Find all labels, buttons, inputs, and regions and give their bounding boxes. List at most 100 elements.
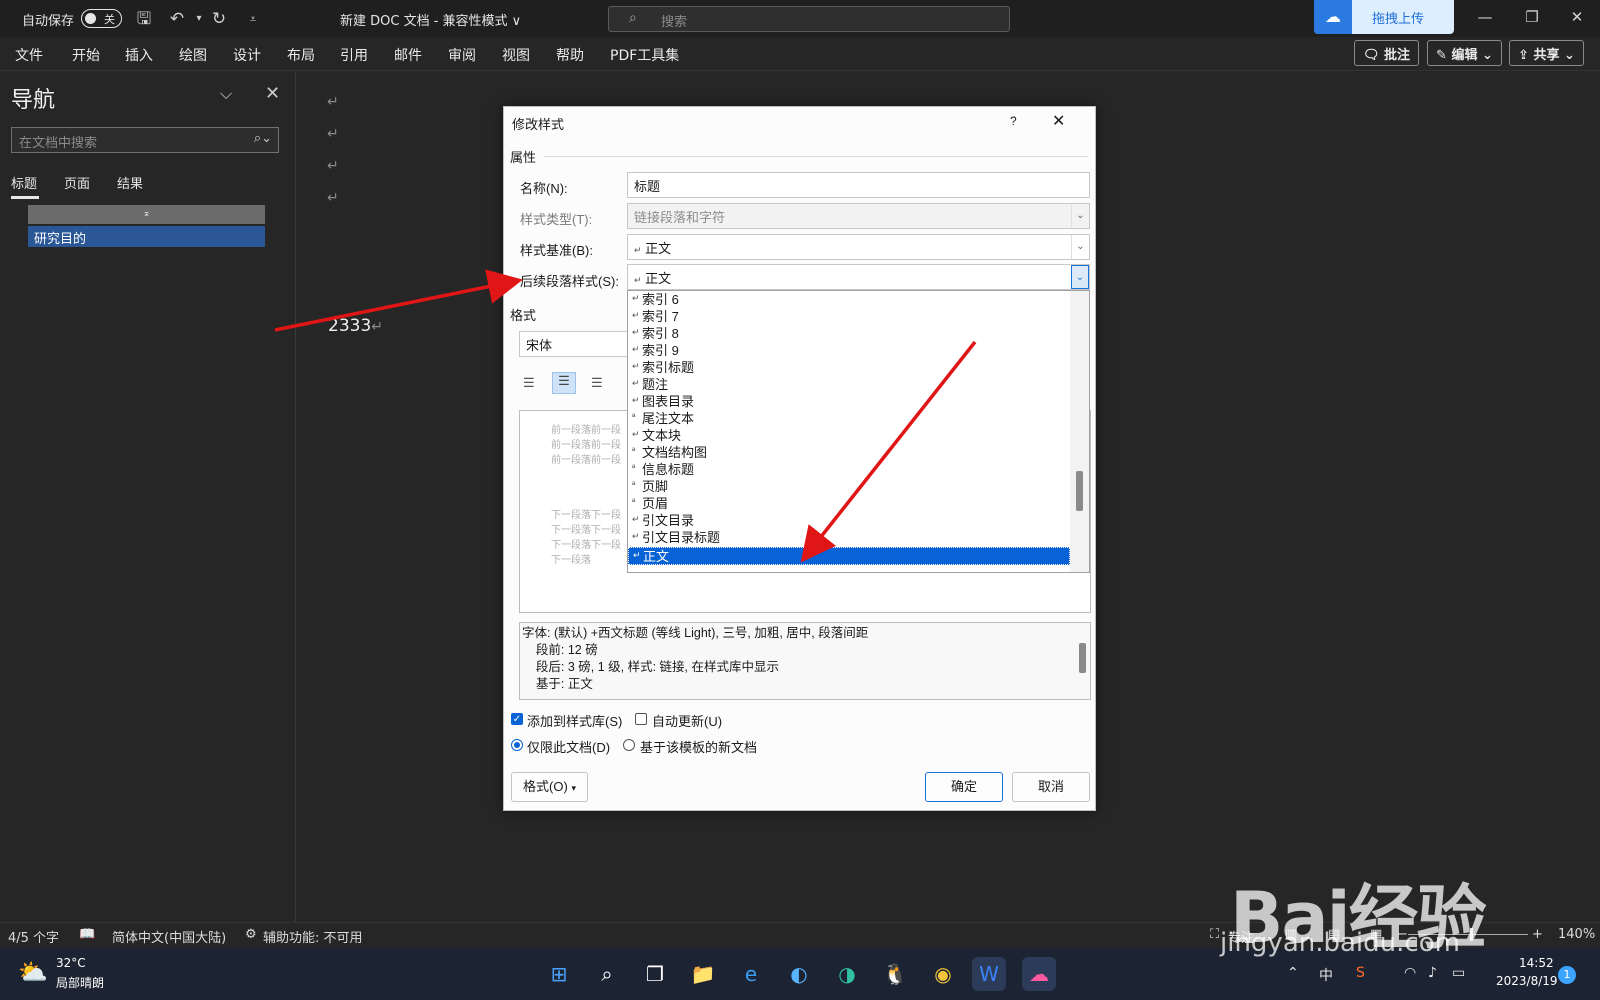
menu-help[interactable]: 帮助	[556, 45, 584, 65]
sogou-ime-icon[interactable]: S	[1356, 965, 1365, 981]
list-item[interactable]: ª 信息标题	[628, 461, 1070, 479]
based-on-select[interactable]: ↵ 正文 ⌄	[627, 234, 1090, 260]
align-right-icon[interactable]: ☰	[591, 375, 603, 391]
tray-expand-icon[interactable]: ⌃	[1287, 965, 1299, 981]
list-item[interactable]: ↵ 索引 6	[628, 291, 1070, 309]
font-select[interactable]: 宋体	[519, 331, 629, 357]
list-item[interactable]: ª 页脚	[628, 478, 1070, 496]
undo-dropdown-icon[interactable]: ▾	[188, 8, 210, 30]
list-item[interactable]: ↵ 题注	[628, 376, 1070, 394]
tab-pages[interactable]: 页面	[64, 173, 90, 192]
document-title[interactable]: 新建 DOC 文档 - 兼容性模式 ∨	[340, 10, 521, 29]
word-count[interactable]: 4/5 个字	[8, 927, 59, 946]
edit-button[interactable]: ✎ 编辑 ⌄	[1427, 40, 1502, 66]
menu-draw[interactable]: 绘图	[179, 45, 207, 65]
battery-icon[interactable]: ▭	[1452, 965, 1465, 981]
save-icon[interactable]: 🖫	[133, 8, 155, 30]
redo-icon[interactable]: ↻	[208, 8, 230, 30]
auto-update-checkbox[interactable]	[635, 713, 647, 725]
menu-references[interactable]: 引用	[340, 45, 368, 65]
cancel-button[interactable]: 取消	[1012, 772, 1090, 802]
clock-date[interactable]: 2023/8/19	[1496, 974, 1558, 988]
chrome-icon[interactable]: ◉	[926, 957, 960, 991]
add-to-gallery-checkbox[interactable]: ✓	[511, 713, 523, 725]
accessibility-status[interactable]: 辅助功能: 不可用	[263, 927, 363, 946]
menu-review[interactable]: 审阅	[448, 45, 476, 65]
list-item[interactable]: ↵ 文本块	[628, 427, 1070, 445]
list-item[interactable]: ↵ 索引 8	[628, 325, 1070, 343]
task-view-icon[interactable]: ❐	[638, 957, 672, 991]
wifi-icon[interactable]: ◠	[1404, 965, 1416, 981]
align-center-icon[interactable]: ☰	[552, 372, 576, 394]
weather-temperature[interactable]: 32°C	[56, 956, 86, 970]
start-icon[interactable]: ⊞	[542, 957, 576, 991]
edge-icon[interactable]: ◑	[830, 957, 864, 991]
format-button[interactable]: 格式(O) ▾	[511, 772, 588, 802]
dialog-help-button[interactable]: ?	[1010, 114, 1017, 128]
qq-icon[interactable]: 🐧	[878, 957, 912, 991]
file-explorer-icon[interactable]: 📁	[686, 957, 720, 991]
align-left-icon[interactable]: ☰	[523, 375, 535, 391]
edge-dev-icon[interactable]: ◐	[782, 957, 816, 991]
share-button[interactable]: ⇪ 共享 ⌄	[1509, 40, 1584, 66]
word-icon[interactable]: W	[972, 957, 1006, 991]
menu-insert[interactable]: 插入	[125, 45, 153, 65]
nav-search-input[interactable]: 在文档中搜索 ⌕⌄	[11, 127, 279, 153]
menu-home[interactable]: 开始	[72, 45, 100, 65]
next-style-select[interactable]: ↵ 正文 ⌄	[627, 264, 1090, 290]
volume-icon[interactable]: ♪	[1428, 965, 1437, 981]
list-item[interactable]: ↵ 索引 7	[628, 308, 1070, 326]
style-name-input[interactable]: 标题	[627, 172, 1090, 198]
weather-description[interactable]: 局部晴朗	[56, 974, 104, 991]
chevron-down-icon[interactable]: ⌄	[1071, 265, 1089, 289]
document-text[interactable]: 2333↵	[328, 316, 383, 336]
clock-time[interactable]: 14:52	[1519, 956, 1554, 970]
nav-close-icon[interactable]: ✕	[265, 83, 280, 104]
autosave-toggle[interactable]: 关	[81, 9, 122, 28]
proofing-icon[interactable]: 📖	[79, 927, 95, 942]
taskbar-search-icon[interactable]: ⌕	[590, 957, 624, 991]
comment-button[interactable]: 🗨 批注	[1354, 40, 1420, 66]
list-item[interactable]: ↵ 图表目录	[628, 393, 1070, 411]
weather-icon[interactable]: ⛅	[18, 958, 48, 986]
list-item[interactable]: ª 文档结构图	[628, 444, 1070, 462]
menu-layout[interactable]: 布局	[287, 45, 315, 65]
ie-browser-icon[interactable]: e	[734, 957, 768, 991]
list-item[interactable]: ª 尾注文本	[628, 410, 1070, 428]
list-scrollbar[interactable]	[1070, 291, 1089, 572]
customize-toolbar-icon[interactable]: ⩡	[242, 8, 264, 30]
notification-badge[interactable]: 1	[1558, 966, 1576, 984]
nav-collapse-bar[interactable]: ⌅	[28, 205, 265, 224]
list-item[interactable]: ↵ 索引 9	[628, 342, 1070, 360]
menu-mailings[interactable]: 邮件	[394, 45, 422, 65]
menu-pdf-tools[interactable]: PDF工具集	[610, 45, 679, 65]
list-item-selected[interactable]: ↵ 正文	[628, 547, 1070, 565]
search-input[interactable]: ⌕ 搜索	[608, 6, 1010, 32]
close-window-icon[interactable]: ✕	[1562, 8, 1592, 28]
list-item[interactable]: ª 页眉	[628, 495, 1070, 513]
menu-file[interactable]: 文件	[15, 45, 43, 65]
baidu-netdisk-icon[interactable]: ☁	[1022, 957, 1056, 991]
undo-icon[interactable]: ↶	[166, 8, 188, 30]
description-scrollbar-thumb[interactable]	[1079, 643, 1086, 673]
menu-design[interactable]: 设计	[233, 45, 261, 65]
language-status[interactable]: 简体中文(中国大陆)	[112, 927, 226, 946]
minimize-icon[interactable]: —	[1470, 8, 1500, 28]
list-item[interactable]: ↵ 引文目录标题	[628, 529, 1070, 547]
next-style-dropdown-list[interactable]: ↵ 索引 6 ↵ 索引 7 ↵ 索引 8 ↵ 索引 9 ↵ 索引标题 ↵ 题注 ↵ 图表目录 …	[627, 290, 1090, 573]
tab-results[interactable]: 结果	[117, 173, 143, 192]
ok-button[interactable]: 确定	[925, 772, 1003, 802]
list-scrollbar-thumb[interactable]	[1076, 471, 1083, 511]
tab-headings[interactable]: 标题	[11, 173, 37, 192]
only-this-doc-radio[interactable]	[511, 739, 523, 751]
nav-options-chevron-icon[interactable]: ⌵	[220, 84, 232, 104]
menu-view[interactable]: 视图	[502, 45, 530, 65]
list-item[interactable]: ↵ 引文目录	[628, 512, 1070, 530]
restore-icon[interactable]: ❐	[1517, 8, 1547, 28]
new-docs-radio[interactable]	[623, 739, 635, 751]
dialog-close-icon[interactable]: ✕	[1052, 111, 1065, 131]
nav-heading-item[interactable]: 研究目的	[28, 226, 265, 247]
ime-indicator[interactable]: 中	[1319, 965, 1333, 985]
list-item[interactable]: ↵ 索引标题	[628, 359, 1070, 377]
baidu-upload-button[interactable]: ☁ 拖拽上传	[1314, 0, 1454, 34]
